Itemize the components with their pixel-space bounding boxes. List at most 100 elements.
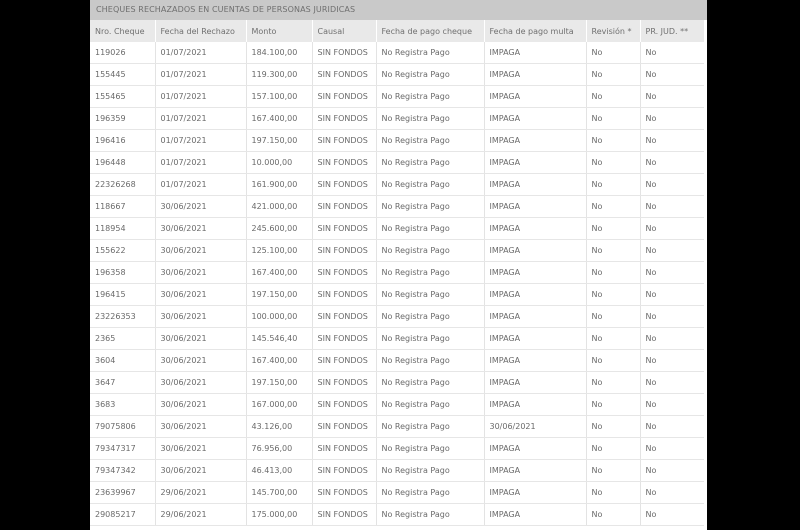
table-cell: 30/06/2021 (155, 371, 247, 394)
table-row: 196358 30/06/2021 167.400,00 SIN FONDOS No R… (90, 261, 704, 284)
table-cell: No (586, 85, 641, 108)
table-cell: 3604 (90, 349, 156, 372)
table-cell: 125.100,00 (246, 239, 313, 262)
table-cell: 421.000,00 (246, 195, 313, 218)
table-row: 155465 01/07/2021 157.100,00 SIN FONDOS No R… (90, 85, 704, 108)
table-cell: 30/06/2021 (155, 305, 247, 328)
table-cell: No (640, 415, 704, 438)
table-cell: No (640, 459, 704, 482)
table-row: 22326268 01/07/2021 161.900,00 SIN FONDOS No… (90, 173, 704, 196)
column-header[interactable]: PR. JUD. ** (640, 20, 704, 42)
table-cell: No (640, 305, 704, 328)
table-cell: No (586, 481, 641, 504)
table-cell: SIN FONDOS (312, 129, 377, 152)
table-cell: 01/07/2021 (155, 107, 247, 130)
table-cell: SIN FONDOS (312, 173, 377, 196)
table-row: 196448 01/07/2021 10.000,00 SIN FONDOS No Re… (90, 151, 704, 174)
table-cell: No (640, 349, 704, 372)
table-cell: 119.300,00 (246, 63, 313, 86)
table-cell: 197.150,00 (246, 283, 313, 306)
table-cell: No Registra Pago (376, 283, 485, 306)
table-cell: 46.413,00 (246, 459, 313, 482)
table-cell: IMPAGA (484, 305, 587, 328)
table-cell: No (586, 415, 641, 438)
table-cell: IMPAGA (484, 437, 587, 460)
table-cell: IMPAGA (484, 107, 587, 130)
table-cell: IMPAGA (484, 503, 587, 526)
table-cell: IMPAGA (484, 327, 587, 350)
table-row: 155622 30/06/2021 125.100,00 SIN FONDOS No R… (90, 239, 704, 262)
table-row: 196415 30/06/2021 197.150,00 SIN FONDOS No R… (90, 283, 704, 306)
table-cell: 01/07/2021 (155, 173, 247, 196)
table-cell: No Registra Pago (376, 327, 485, 350)
table-cell: No (640, 217, 704, 240)
table-cell: IMPAGA (484, 129, 587, 152)
table-cell: No (586, 437, 641, 460)
table-cell: IMPAGA (484, 261, 587, 284)
table-header-row: Nro. Cheque Fecha del Rechazo Monto Causal F… (90, 20, 704, 42)
column-header[interactable]: Revisión * (586, 20, 641, 42)
column-header[interactable]: Causal (312, 20, 377, 42)
table-cell: No Registra Pago (376, 305, 485, 328)
table-cell: No Registra Pago (376, 437, 485, 460)
table-cell: 30/06/2021 (155, 437, 247, 460)
table-cell: 145.700,00 (246, 481, 313, 504)
table-row: 119026 01/07/2021 184.100,00 SIN FONDOS No R… (90, 42, 704, 64)
column-header[interactable]: Fecha de pago multa (484, 20, 587, 42)
table-cell: No Registra Pago (376, 371, 485, 394)
table-cell: No Registra Pago (376, 261, 485, 284)
table-cell: No (640, 437, 704, 460)
table-cell: 119026 (90, 42, 156, 64)
table-cell: 23639967 (90, 481, 156, 504)
table-cell: No Registra Pago (376, 173, 485, 196)
table-cell: No (640, 503, 704, 526)
table-cell: 43.126,00 (246, 415, 313, 438)
table-cell: 30/06/2021 (155, 327, 247, 350)
table-cell: No (640, 283, 704, 306)
column-header[interactable]: Monto (246, 20, 313, 42)
table-cell: 29/06/2021 (155, 481, 247, 504)
table-cell: 118954 (90, 217, 156, 240)
table-row: 118667 30/06/2021 421.000,00 SIN FONDOS No R… (90, 195, 704, 218)
table-cell: SIN FONDOS (312, 107, 377, 130)
table-cell: 29085217 (90, 503, 156, 526)
table-cell: No Registra Pago (376, 393, 485, 416)
column-header[interactable]: Nro. Cheque (90, 20, 156, 42)
table-cell: No (586, 503, 641, 526)
table-cell: 30/06/2021 (155, 459, 247, 482)
table-row: 29085217 29/06/2021 175.000,00 SIN FONDOS No… (90, 503, 704, 526)
table-cell: No (586, 173, 641, 196)
table-cell: 196416 (90, 129, 156, 152)
table-cell: 157.100,00 (246, 85, 313, 108)
table-row: 3683 30/06/2021 167.000,00 SIN FONDOS No Reg… (90, 393, 704, 416)
table-cell: IMPAGA (484, 217, 587, 240)
column-header[interactable]: Fecha del Rechazo (155, 20, 247, 42)
table-cell: SIN FONDOS (312, 437, 377, 460)
table-cell: SIN FONDOS (312, 195, 377, 218)
table-cell: SIN FONDOS (312, 393, 377, 416)
table-cell: SIN FONDOS (312, 85, 377, 108)
table-row: 3604 30/06/2021 167.400,00 SIN FONDOS No Reg… (90, 349, 704, 372)
table-cell: No (586, 305, 641, 328)
table-cell: 167.400,00 (246, 107, 313, 130)
table-row: 155445 01/07/2021 119.300,00 SIN FONDOS No R… (90, 63, 704, 86)
table-cell: No (586, 393, 641, 416)
table-cell: 196448 (90, 151, 156, 174)
table-cell: 155465 (90, 85, 156, 108)
table-cell: 2365 (90, 327, 156, 350)
table-cell: 30/06/2021 (155, 283, 247, 306)
table-cell: SIN FONDOS (312, 42, 377, 64)
table-cell: No (586, 283, 641, 306)
table-cell: 167.400,00 (246, 349, 313, 372)
table-cell: 30/06/2021 (155, 349, 247, 372)
table-cell: IMPAGA (484, 195, 587, 218)
table-cell: 3683 (90, 393, 156, 416)
table-cell: IMPAGA (484, 151, 587, 174)
column-header[interactable]: Fecha de pago cheque (376, 20, 485, 42)
table-cell: SIN FONDOS (312, 217, 377, 240)
table-cell: No Registra Pago (376, 85, 485, 108)
table-cell: No (586, 42, 641, 64)
table-cell: 161.900,00 (246, 173, 313, 196)
table-cell: No (586, 327, 641, 350)
table-cell: No (586, 261, 641, 284)
